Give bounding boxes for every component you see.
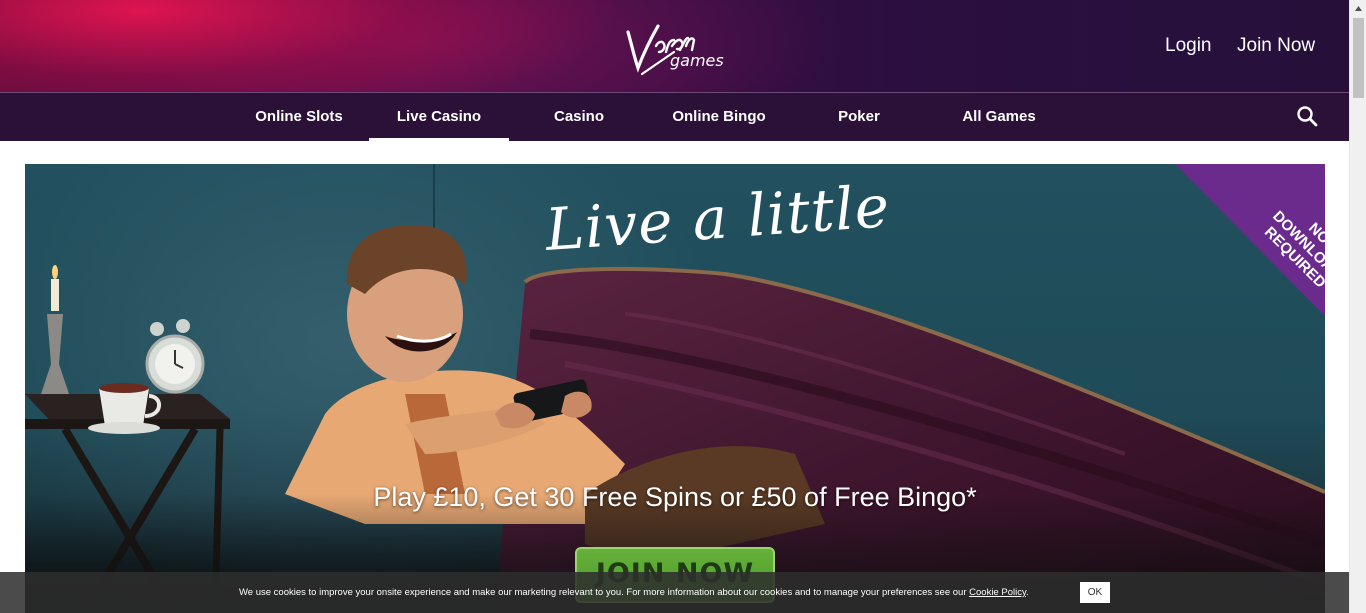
hero-banner: Live a little NO DOWNLOAD REQUIRED Play … [25,164,1325,613]
offer-headline: Play £10, Get 30 Free Spins or £50 of Fr… [373,482,977,512]
nav-item-all-games[interactable]: All Games [929,93,1069,141]
scroll-up-arrow-icon[interactable] [1350,0,1366,17]
site-header: games Login Join Now [0,0,1349,92]
cookie-banner: We use cookies to improve your onsite ex… [0,572,1349,613]
nav-item-poker[interactable]: Poker [789,93,929,141]
cookie-ok-button[interactable]: OK [1080,582,1110,603]
cookie-message: We use cookies to improve your onsite ex… [239,587,1029,598]
nav-item-live-casino[interactable]: Live Casino [369,93,509,141]
main-nav: Online Slots Live Casino Casino Online B… [0,92,1349,141]
join-now-link[interactable]: Join Now [1237,35,1315,57]
virgin-games-logo[interactable]: games [622,16,732,80]
page: games Login Join Now Online Slots Live C… [0,0,1366,613]
nav-item-casino[interactable]: Casino [509,93,649,141]
cookie-policy-link[interactable]: Cookie Policy [969,587,1026,598]
svg-text:games: games [670,51,724,70]
page-scrollbar[interactable] [1349,0,1366,613]
cookie-message-suffix: . [1026,587,1029,598]
cookie-message-text: We use cookies to improve your onsite ex… [239,587,970,598]
nav-item-online-bingo[interactable]: Online Bingo [649,93,789,141]
search-icon[interactable] [1296,105,1318,127]
nav-item-online-slots[interactable]: Online Slots [229,93,369,141]
virgin-games-logo-mark: games [626,24,724,76]
login-link[interactable]: Login [1165,35,1212,57]
scroll-thumb[interactable] [1353,18,1364,98]
